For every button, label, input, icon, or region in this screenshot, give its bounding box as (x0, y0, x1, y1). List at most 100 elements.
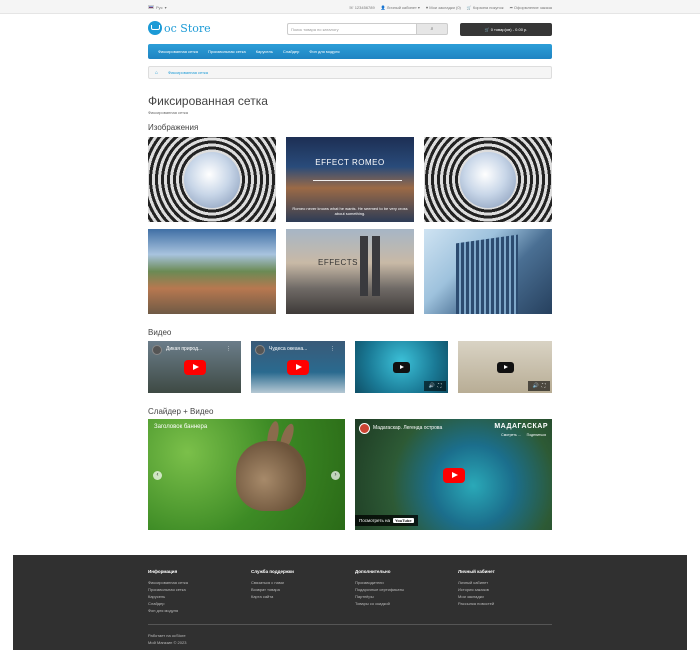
video-controls[interactable]: 🔊 ⛶ (528, 381, 550, 391)
page-title: Фиксированная сетка (148, 94, 268, 108)
footer-divider (148, 624, 552, 625)
language-selector[interactable]: Рус ▾ (148, 5, 167, 10)
video-creature[interactable]: 🔊 ⛶ (458, 341, 552, 393)
footer-heading: Информация (148, 569, 178, 574)
image-effects-towers[interactable]: EFFECTS (286, 229, 414, 314)
footer: Информация Фиксированная сетка Произволь… (13, 555, 687, 650)
footer-link[interactable]: История заказов (458, 586, 495, 593)
footer-link[interactable]: Карусель (148, 593, 188, 600)
footer-copyright: Работает на ocStore Мой Магазин © 2023 (148, 632, 186, 646)
rabbit-image (236, 441, 306, 511)
youtube-play-icon[interactable] (442, 467, 465, 483)
cart-link[interactable]: 🛒 Корзина покупок (467, 5, 504, 10)
image-glass-building[interactable] (424, 229, 552, 314)
volume-icon[interactable]: 🔊 (533, 383, 539, 389)
footer-column-info: Информация Фиксированная сетка Произволь… (148, 569, 188, 614)
romeo-text: Romeo never knows what he wants. He seem… (292, 206, 408, 216)
share-icon: ➦ (509, 4, 513, 10)
cart-icon: 🛒 (466, 4, 472, 10)
heart-icon: ♥ (425, 4, 429, 10)
footer-link[interactable]: Произвольная сетка (148, 586, 188, 593)
breadcrumb: ⌂ Фиксированная сетка (148, 66, 552, 79)
image-tunnel-2[interactable] (424, 137, 552, 222)
banner-caption: Заголовок баннера (154, 424, 208, 430)
video-controls[interactable]: 🔊 ⛶ (424, 381, 446, 391)
video-madagascar[interactable]: Мадагаскар. Легенда острова МАДАГАСКАР С… (355, 419, 552, 530)
top-bar: Рус ▾ ☏ 123456789 👤 Личный кабинет ▾ ♥ Мои за… (0, 0, 700, 14)
cart-button[interactable]: 🛒 0 товар(ов) - 0.00 р. (460, 23, 552, 36)
copyright-text: Мой Магазин © 2023 (148, 640, 187, 645)
footer-column-support: Служба поддержки Связаться с нами Возвра… (251, 569, 294, 600)
tower-right (372, 236, 380, 296)
account-link[interactable]: 👤 Личный кабинет ▾ (381, 5, 420, 10)
checkout-link[interactable]: ➦ Оформление заказа (510, 5, 552, 10)
footer-link[interactable]: Слайдер (148, 600, 188, 607)
menu-item-slider[interactable]: Слайдер (283, 49, 299, 54)
search-icon: ⌕ (430, 26, 434, 32)
caret-down-icon: ▾ (164, 4, 167, 10)
store-logo[interactable]: oc Store (148, 21, 211, 35)
footer-column-extras: Дополнительно Производители Подарочные с… (355, 569, 404, 607)
volume-icon[interactable]: 🔊 (429, 383, 435, 389)
video-ocean-wonders[interactable]: Чудеса океана... ⋮ (251, 341, 345, 393)
youtube-play-icon[interactable] (183, 360, 206, 375)
footer-link[interactable]: Фон для модуля (148, 607, 188, 614)
slider-next-icon[interactable]: › (331, 470, 340, 480)
footer-link[interactable]: Мои закладки (458, 593, 495, 600)
logo-cart-icon (148, 21, 162, 35)
image-tunnel-1[interactable] (148, 137, 276, 222)
phone-icon: ☏ (348, 4, 354, 10)
footer-link[interactable]: Личный кабинет (458, 579, 495, 586)
footer-link[interactable]: Связаться с нами (251, 579, 294, 586)
search-button[interactable]: ⌕ (417, 23, 448, 35)
breadcrumb-current[interactable]: Фиксированная сетка (168, 70, 208, 75)
fullscreen-icon[interactable]: ⛶ (542, 383, 546, 389)
wishlist-link[interactable]: ♥ Мои закладки (0) (426, 5, 461, 10)
more-icon[interactable]: ⋮ (226, 346, 231, 352)
phone-link[interactable]: ☏ 123456789 (349, 5, 375, 10)
menu-item-custom-grid[interactable]: Произвольная сетка (208, 49, 246, 54)
fullscreen-icon[interactable]: ⛶ (438, 383, 442, 389)
footer-link[interactable]: Подарочные сертификаты (355, 586, 404, 593)
image-effect-romeo[interactable]: EFFECT ROMEO Romeo never knows what he w… (286, 137, 414, 222)
menu-item-fixed-grid[interactable]: Фиксированная сетка (158, 49, 198, 54)
footer-link[interactable]: Производители (355, 579, 404, 586)
video-wild-nature[interactable]: Дикая природ... ⋮ (148, 341, 241, 393)
caret-down-icon: ▾ (417, 4, 420, 10)
romeo-divider (313, 180, 402, 181)
youtube-play-icon[interactable] (287, 360, 309, 375)
youtube-play-icon[interactable] (497, 362, 514, 373)
channel-avatar (359, 423, 370, 434)
header: oc Store Поиск товара по каталогу ⌕ 🛒 0 … (148, 18, 552, 42)
footer-heading: Дополнительно (355, 569, 391, 574)
footer-link[interactable]: Фиксированная сетка (148, 579, 188, 586)
home-icon[interactable]: ⌂ (155, 70, 158, 76)
watch-later-button[interactable]: Смотреть ... (501, 433, 521, 437)
banner-slider[interactable]: Заголовок баннера ‹ › (148, 419, 345, 530)
channel-avatar (255, 345, 265, 355)
menu-item-carousel[interactable]: Карусель (256, 49, 273, 54)
youtube-play-icon[interactable] (393, 362, 410, 373)
share-button[interactable]: Поделиться (527, 433, 546, 437)
page-subtitle: Фиксированная сетка (148, 110, 188, 115)
search-bar: Поиск товара по каталогу ⌕ (287, 23, 448, 35)
slider-prev-icon[interactable]: ‹ (153, 470, 162, 480)
footer-link[interactable]: Карта сайта (251, 593, 294, 600)
watch-on-youtube-button[interactable]: Посмотреть на YouTube (355, 515, 418, 526)
image-village[interactable] (148, 229, 276, 314)
tower-left (360, 236, 368, 296)
effects-label: EFFECTS (318, 258, 358, 267)
channel-avatar (152, 345, 162, 355)
section-images-heading: Изображения (148, 123, 199, 132)
footer-link[interactable]: Товары со скидкой (355, 600, 404, 607)
more-icon[interactable]: ⋮ (330, 346, 335, 352)
footer-link[interactable]: Возврат товара (251, 586, 294, 593)
video-underwater[interactable]: 🔊 ⛶ (355, 341, 448, 393)
footer-column-account: Личный кабинет Личный кабинет История за… (458, 569, 495, 607)
footer-link[interactable]: Рассылка новостей (458, 600, 495, 607)
powered-by-link[interactable]: Работает на ocStore (148, 632, 186, 639)
footer-link[interactable]: Партнёры (355, 593, 404, 600)
building-facade (456, 234, 518, 314)
menu-item-module-bg[interactable]: Фон для модуля (309, 49, 339, 54)
search-input[interactable]: Поиск товара по каталогу (287, 23, 417, 35)
